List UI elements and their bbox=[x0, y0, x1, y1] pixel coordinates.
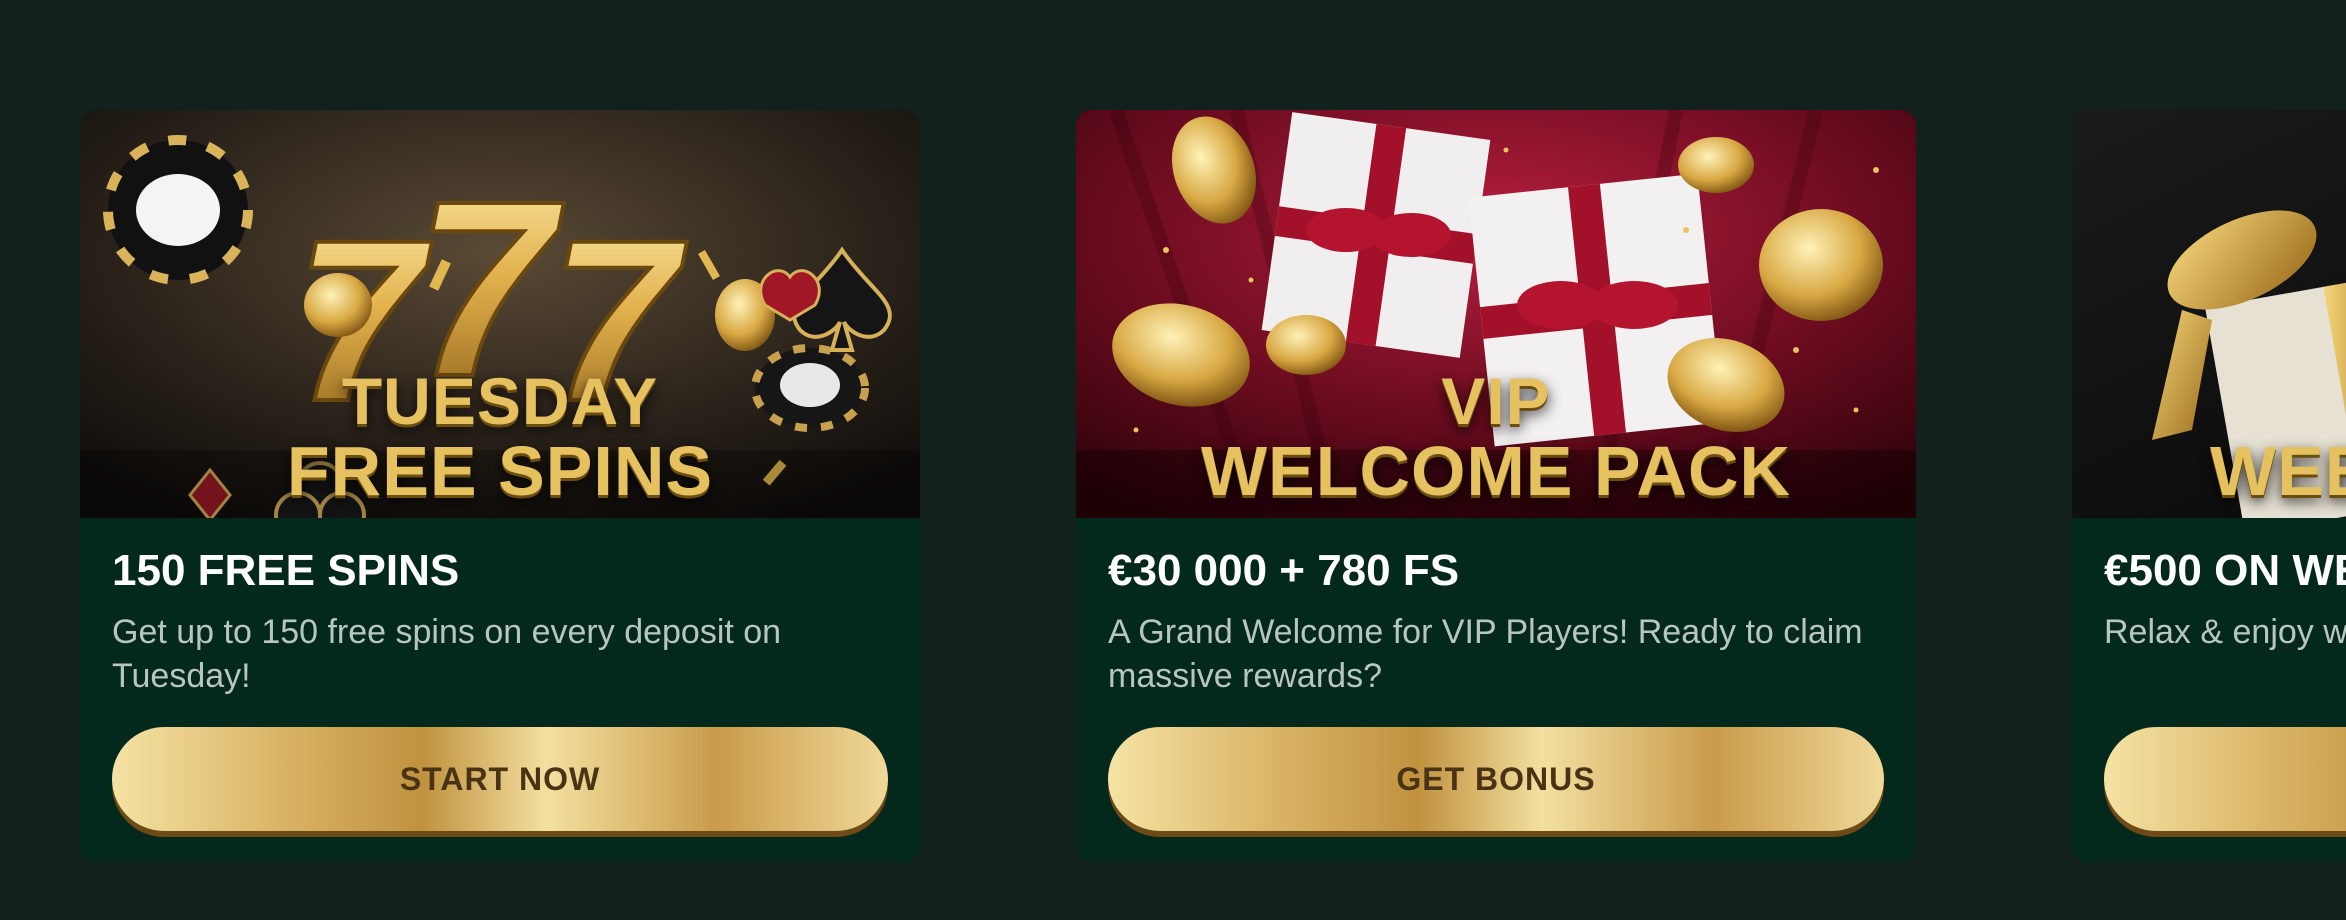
promo-description-line2: massive rewards? bbox=[1108, 657, 1382, 695]
promo-card-weekend[interactable]: WEEK €500 ON WE Relax & enjoy wi bbox=[2072, 110, 2346, 862]
promo-card-vip-welcome-pack[interactable]: VIP WELCOME PACK €30 000 + 780 FS A Gran… bbox=[1076, 110, 1916, 862]
promo-description: Relax & enjoy wi bbox=[2104, 610, 2346, 698]
promo-description-line1: A Grand Welcome for VIP Players! Ready t… bbox=[1108, 613, 1863, 651]
promo-image-title-line2: WELCOME PACK bbox=[1200, 432, 1792, 510]
get-bonus-button[interactable]: GET BONUS bbox=[1108, 727, 1884, 831]
gold-coin-icon bbox=[1266, 315, 1346, 375]
promo-image-title-line2: FREE SPINS bbox=[286, 432, 714, 510]
gold-coin-icon bbox=[1759, 209, 1883, 321]
promo-description-line1: Relax & enjoy wi bbox=[2104, 613, 2346, 651]
promo-image-tuesday: 7 7 7 bbox=[80, 110, 920, 518]
promo-image-vip: VIP WELCOME PACK bbox=[1076, 110, 1916, 518]
promo-button[interactable] bbox=[2104, 727, 2346, 831]
start-now-button[interactable]: START NOW bbox=[112, 727, 888, 831]
gold-coin-icon bbox=[304, 273, 372, 337]
promo-description-line1: Get up to 150 free spins on every deposi… bbox=[112, 613, 782, 651]
promo-image-title-line1: VIP bbox=[1441, 364, 1551, 438]
promo-description-line2: Tuesday! bbox=[112, 657, 251, 695]
promo-card-tuesday-free-spins[interactable]: 7 7 7 bbox=[80, 110, 920, 862]
gold-coin-icon bbox=[1678, 137, 1754, 193]
promo-title: 150 FREE SPINS bbox=[112, 546, 460, 595]
promo-description: A Grand Welcome for VIP Players! Ready t… bbox=[1108, 610, 1884, 698]
promo-image-weekend: WEEK bbox=[2072, 110, 2346, 518]
promo-title: €30 000 + 780 FS bbox=[1108, 546, 1460, 595]
poker-chip-icon bbox=[103, 135, 253, 285]
promo-image-title-line1: TUESDAY bbox=[341, 364, 659, 438]
promotions-carousel: 7 7 7 bbox=[0, 0, 2346, 920]
promo-description: Get up to 150 free spins on every deposi… bbox=[112, 610, 888, 698]
promo-image-title-line2: WEEK bbox=[2210, 432, 2346, 510]
promo-title: €500 ON WE bbox=[2104, 546, 2346, 595]
